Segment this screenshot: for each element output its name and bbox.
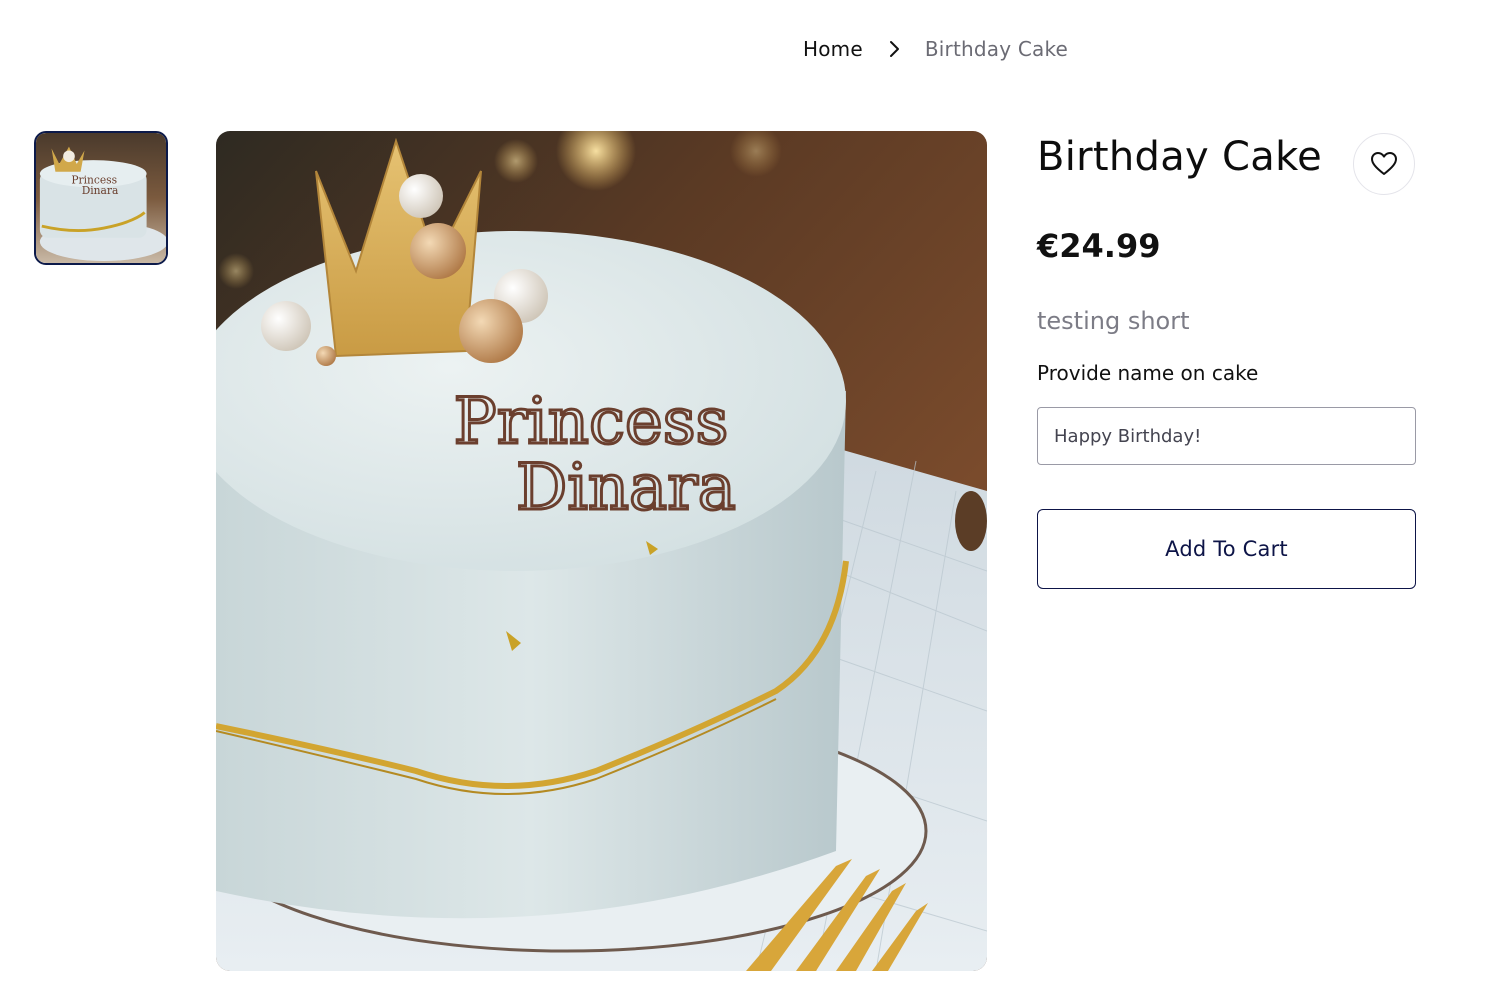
wishlist-button[interactable] (1353, 133, 1415, 195)
chevron-right-icon (863, 33, 925, 65)
breadcrumb-current: Birthday Cake (924, 37, 1069, 61)
name-on-cake-input[interactable] (1037, 407, 1416, 465)
svg-text:Dinara: Dinara (82, 184, 119, 197)
product-price: €24.99 (1037, 227, 1161, 265)
main-product-image: Princess Dinara (216, 131, 987, 971)
product-title: Birthday Cake (1037, 134, 1323, 180)
product-page: Home Birthday Cake Princess Dinara Princ… (0, 0, 1508, 1000)
svg-text:Dinara: Dinara (516, 451, 736, 525)
svg-text:Princess: Princess (454, 385, 729, 459)
add-to-cart-button[interactable]: Add To Cart (1037, 509, 1416, 589)
heart-icon (1370, 151, 1398, 177)
thumbnail-image: Princess Dinara (36, 133, 166, 263)
breadcrumb: Home Birthday Cake (803, 33, 1068, 65)
breadcrumb-home-link[interactable]: Home (803, 37, 863, 61)
product-short-description: testing short (1037, 307, 1190, 335)
cake-illustration: Princess Dinara (216, 131, 987, 971)
product-thumbnail[interactable]: Princess Dinara (34, 131, 168, 265)
name-on-cake-label: Provide name on cake (1037, 361, 1259, 385)
